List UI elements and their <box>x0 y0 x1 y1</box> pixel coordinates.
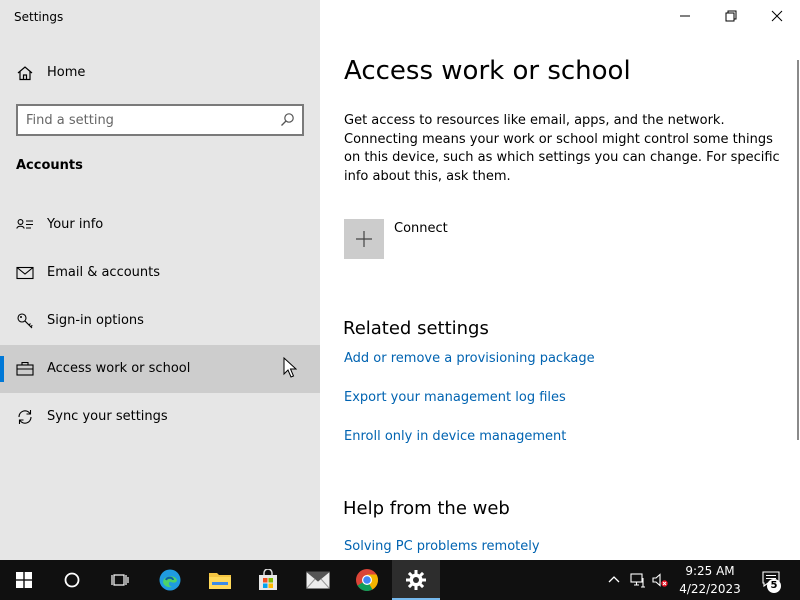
search-box[interactable] <box>16 104 304 136</box>
search-taskbar-button[interactable] <box>48 560 96 600</box>
connect-button[interactable] <box>344 219 384 259</box>
link-provisioning-package[interactable]: Add or remove a provisioning package <box>344 351 595 366</box>
help-heading: Help from the web <box>343 498 510 519</box>
start-button[interactable] <box>0 560 48 600</box>
gear-icon <box>406 570 426 590</box>
notification-count-badge: 5 <box>767 579 781 593</box>
sidebar-item-home[interactable]: Home <box>0 54 320 92</box>
link-solving-pc-problems[interactable]: Solving PC problems remotely <box>344 539 540 554</box>
sidebar-item-email-accounts[interactable]: Email & accounts <box>0 249 320 297</box>
store-bag-icon <box>259 569 277 590</box>
file-explorer-button[interactable] <box>196 560 244 600</box>
store-app-button[interactable] <box>244 560 292 600</box>
minimize-icon <box>680 15 690 17</box>
search-input[interactable] <box>26 111 276 129</box>
settings-app-button[interactable] <box>392 560 440 600</box>
mouse-cursor-icon <box>283 357 297 378</box>
key-icon <box>17 313 33 329</box>
scrollbar[interactable] <box>797 60 799 440</box>
link-export-management-logs[interactable]: Export your management log files <box>344 390 566 405</box>
sidebar-item-label: Home <box>47 65 86 80</box>
cortana-circle-icon <box>64 572 80 588</box>
task-view-icon <box>111 574 129 586</box>
volume-muted-icon[interactable] <box>652 572 668 588</box>
network-icon[interactable] <box>630 572 646 588</box>
sidebar-item-label: Your info <box>47 217 104 232</box>
restore-icon <box>725 10 737 22</box>
briefcase-icon <box>16 361 34 376</box>
sidebar-item-label: Email & accounts <box>47 265 161 280</box>
related-settings-heading: Related settings <box>343 318 489 339</box>
sidebar-item-sign-in-options[interactable]: Sign-in options <box>0 297 320 345</box>
page-description: Get access to resources like email, apps… <box>344 113 780 184</box>
task-view-button[interactable] <box>96 560 144 600</box>
windows-logo-icon <box>16 572 32 588</box>
sidebar-item-sync-settings[interactable]: Sync your settings <box>0 393 320 441</box>
sidebar-item-label: Access work or school <box>47 361 191 376</box>
content-pane: Access work or school Get access to reso… <box>320 0 800 560</box>
window-controls <box>662 0 800 32</box>
home-icon <box>17 66 33 81</box>
plus-icon <box>356 231 372 247</box>
sidebar: Settings Home Accounts Your info Email &… <box>0 0 320 560</box>
close-icon <box>771 10 783 22</box>
restore-button[interactable] <box>708 0 754 32</box>
mail-app-button[interactable] <box>294 560 342 600</box>
chrome-app-button[interactable] <box>343 560 391 600</box>
clock-date: 4/22/2023 <box>679 582 741 596</box>
minimize-button[interactable] <box>662 0 708 32</box>
link-enroll-device-management[interactable]: Enroll only in device management <box>344 429 566 444</box>
sidebar-item-label: Sign-in options <box>47 313 144 328</box>
section-title: Accounts <box>16 158 83 173</box>
edge-app-button[interactable] <box>146 560 194 600</box>
chrome-browser-icon <box>356 569 378 591</box>
taskbar-clock[interactable]: 9:25 AM 4/22/2023 <box>676 562 744 598</box>
taskbar: 9:25 AM 4/22/2023 <box>0 560 800 600</box>
mail-icon <box>16 266 34 280</box>
page-title: Access work or school <box>344 56 631 86</box>
mail-envelope-icon <box>306 571 330 589</box>
sync-icon <box>18 410 32 424</box>
sidebar-item-your-info[interactable]: Your info <box>0 201 320 249</box>
sidebar-item-access-work-or-school[interactable]: Access work or school <box>0 345 320 393</box>
close-button[interactable] <box>754 0 800 32</box>
chevron-up-icon[interactable] <box>606 572 622 588</box>
clock-time: 9:25 AM <box>685 564 735 578</box>
folder-icon <box>209 573 231 589</box>
search-icon[interactable] <box>279 112 295 128</box>
connect-label[interactable]: Connect <box>394 221 448 236</box>
person-card-icon <box>16 219 33 229</box>
app-title: Settings <box>14 10 64 24</box>
selection-indicator <box>0 356 4 382</box>
sidebar-item-label: Sync your settings <box>47 409 168 424</box>
edge-browser-icon <box>159 569 181 591</box>
